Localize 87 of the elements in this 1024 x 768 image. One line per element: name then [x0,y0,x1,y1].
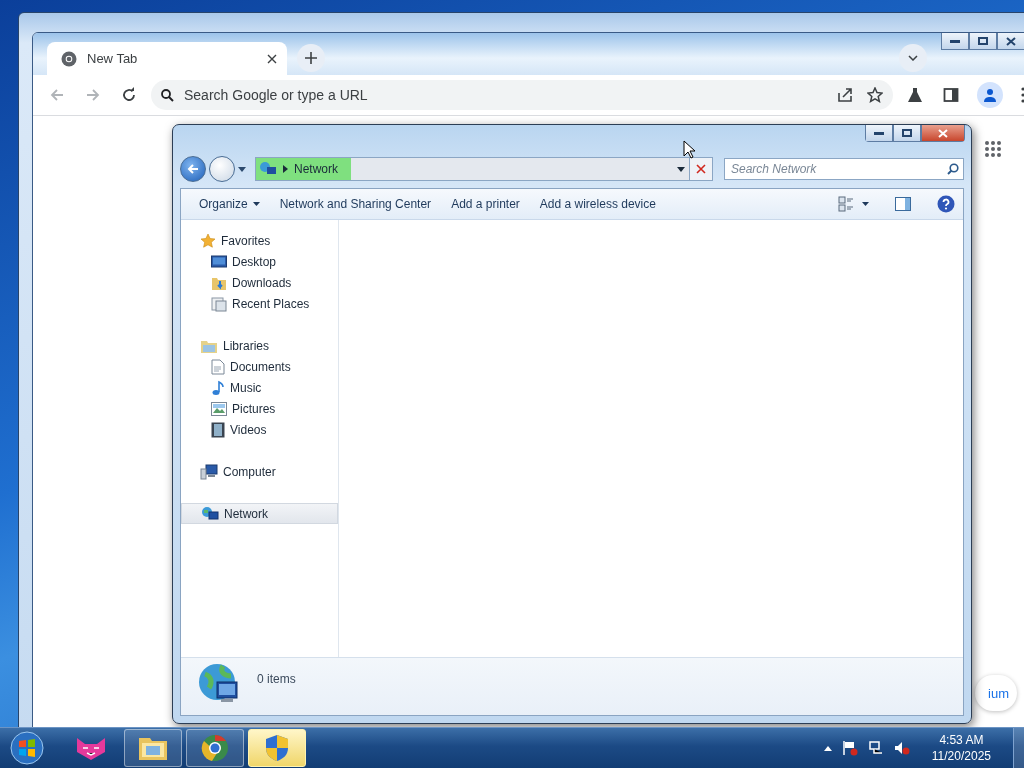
minimize-button[interactable] [865,125,893,142]
view-options-icon[interactable] [838,196,869,212]
share-icon[interactable] [837,87,853,103]
nav-item[interactable]: Music [181,377,338,398]
menu-icon[interactable] [1021,87,1024,103]
volume-muted-icon [893,740,910,756]
search-icon [947,163,959,175]
new-tab-button[interactable] [297,44,325,72]
nav-item[interactable]: Favorites [181,230,338,251]
computer-icon [200,463,218,480]
minimize-icon [874,131,884,135]
close-icon[interactable] [267,53,277,64]
toolbar-button[interactable]: Add a printer [443,194,528,214]
close-icon [938,128,948,138]
profile-avatar[interactable] [977,82,1003,108]
placeholder-text: Search Network [731,162,818,176]
mouse-pointer-icon [683,140,695,159]
chevron-down-icon [908,55,918,61]
nav-item[interactable]: Computer [181,461,338,482]
address-bar[interactable]: Search Google or type a URL [151,80,893,110]
tab-title: New Tab [87,51,139,66]
maximize-button[interactable] [893,125,921,142]
star-icon[interactable] [867,87,883,103]
back-button[interactable] [180,156,206,182]
monitor-icon [211,254,227,269]
clock[interactable]: 4:53 AM 11/20/2025 [931,732,991,764]
caret-icon [677,166,685,172]
maximize-icon [978,37,988,45]
tab-search-button[interactable] [899,44,927,72]
document-icon [211,358,225,375]
browser-tab[interactable]: New Tab [47,42,287,75]
network-icon [201,505,219,522]
toolbar-button[interactable]: Organize [191,194,268,214]
apps-grid-icon [984,140,1002,158]
address-field[interactable]: Network [255,157,713,181]
search-field[interactable]: Search Network [724,158,964,180]
taskbar-button[interactable] [248,729,306,767]
nav-item[interactable]: Videos [181,419,338,440]
flag-icon [841,740,858,756]
nav-item[interactable]: Network [181,503,338,524]
close-icon [1006,36,1016,46]
close-icon [696,164,706,174]
toolbar-button[interactable]: Add a wireless device [531,194,664,214]
close-button[interactable] [921,125,965,142]
help-icon[interactable] [937,195,955,213]
preview-pane-icon[interactable] [895,197,911,211]
customize-chip[interactable]: ium [975,675,1017,711]
flask-icon[interactable] [907,87,923,103]
shield-icon [263,733,291,763]
clock-time: 4:53 AM [939,732,984,748]
star-icon [200,232,216,249]
music-note-icon [211,379,225,396]
forward-button[interactable] [209,156,235,182]
arrow-left-icon [187,163,199,175]
network-icon [259,161,277,177]
toolbar-button[interactable]: Network and Sharing Center [271,194,440,214]
browser-logo-icon [61,50,77,67]
show-hidden-icons-icon [823,745,832,751]
film-icon [211,421,225,438]
close-button[interactable] [997,33,1024,50]
stop-button[interactable] [689,158,712,180]
caret-icon[interactable] [238,166,246,172]
item-count: 0 items [257,672,296,686]
breadcrumb[interactable]: Network [294,162,338,176]
nav-item[interactable]: Desktop [181,251,338,272]
clock-date: 11/20/2025 [931,748,991,764]
nav-item[interactable]: Pictures [181,398,338,419]
side-panel-icon[interactable] [943,87,959,103]
nav-item[interactable]: Recent Places [181,293,338,314]
picture-icon [211,401,227,416]
caret-icon [252,202,260,206]
minimize-button[interactable] [941,33,969,50]
url-input[interactable]: Search Google or type a URL [182,86,829,104]
network-status-icon [867,740,884,756]
search-icon [161,88,174,102]
nav-item[interactable]: Libraries [181,335,338,356]
nav-item[interactable]: Downloads [181,272,338,293]
maximize-button[interactable] [969,33,997,50]
browser-icon [200,733,230,763]
minimize-icon [950,39,960,43]
reload-button[interactable] [121,87,137,103]
show-desktop-button[interactable] [1013,728,1024,768]
maximize-icon [902,129,912,137]
chevron-icon [283,165,288,173]
nav-item[interactable]: Documents [181,356,338,377]
plus-icon [305,52,317,64]
recent-places-icon [211,295,227,312]
